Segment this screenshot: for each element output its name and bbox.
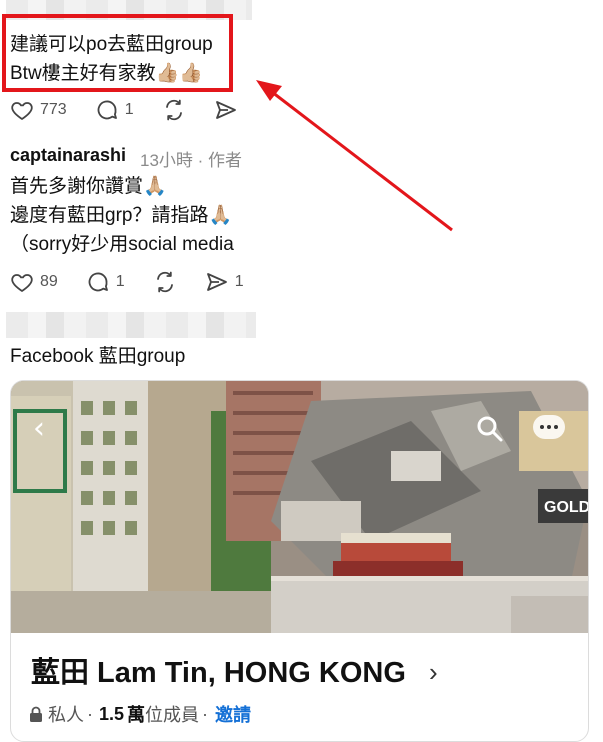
group-meta: 私人 · 1.5 萬 位成員 · 邀請 bbox=[29, 701, 251, 727]
invite-link[interactable]: 邀請 bbox=[215, 701, 251, 727]
privacy-label: 私人 bbox=[48, 705, 84, 725]
more-options-icon[interactable] bbox=[533, 415, 565, 439]
member-count-unit: 萬 bbox=[127, 705, 146, 725]
separator-dot: · bbox=[87, 703, 93, 724]
member-label: 位成員 bbox=[145, 705, 200, 725]
separator-dot: · bbox=[202, 703, 209, 724]
group-cover-photo: GOLD ‹ bbox=[11, 381, 588, 633]
member-count: 1.5 bbox=[99, 703, 125, 724]
cover-sign-text: GOLD bbox=[544, 499, 588, 516]
group-name[interactable]: 藍田 Lam Tin, HONG KONG bbox=[31, 649, 406, 691]
chevron-right-icon[interactable]: › bbox=[429, 657, 438, 688]
search-icon[interactable] bbox=[476, 415, 504, 448]
group-link-card[interactable]: GOLD ‹ 藍田 Lam Tin, HONG KONG › 私人 · 1.5 … bbox=[10, 380, 589, 742]
chevron-left-icon[interactable]: ‹ bbox=[33, 411, 45, 446]
lock-icon bbox=[30, 706, 42, 722]
